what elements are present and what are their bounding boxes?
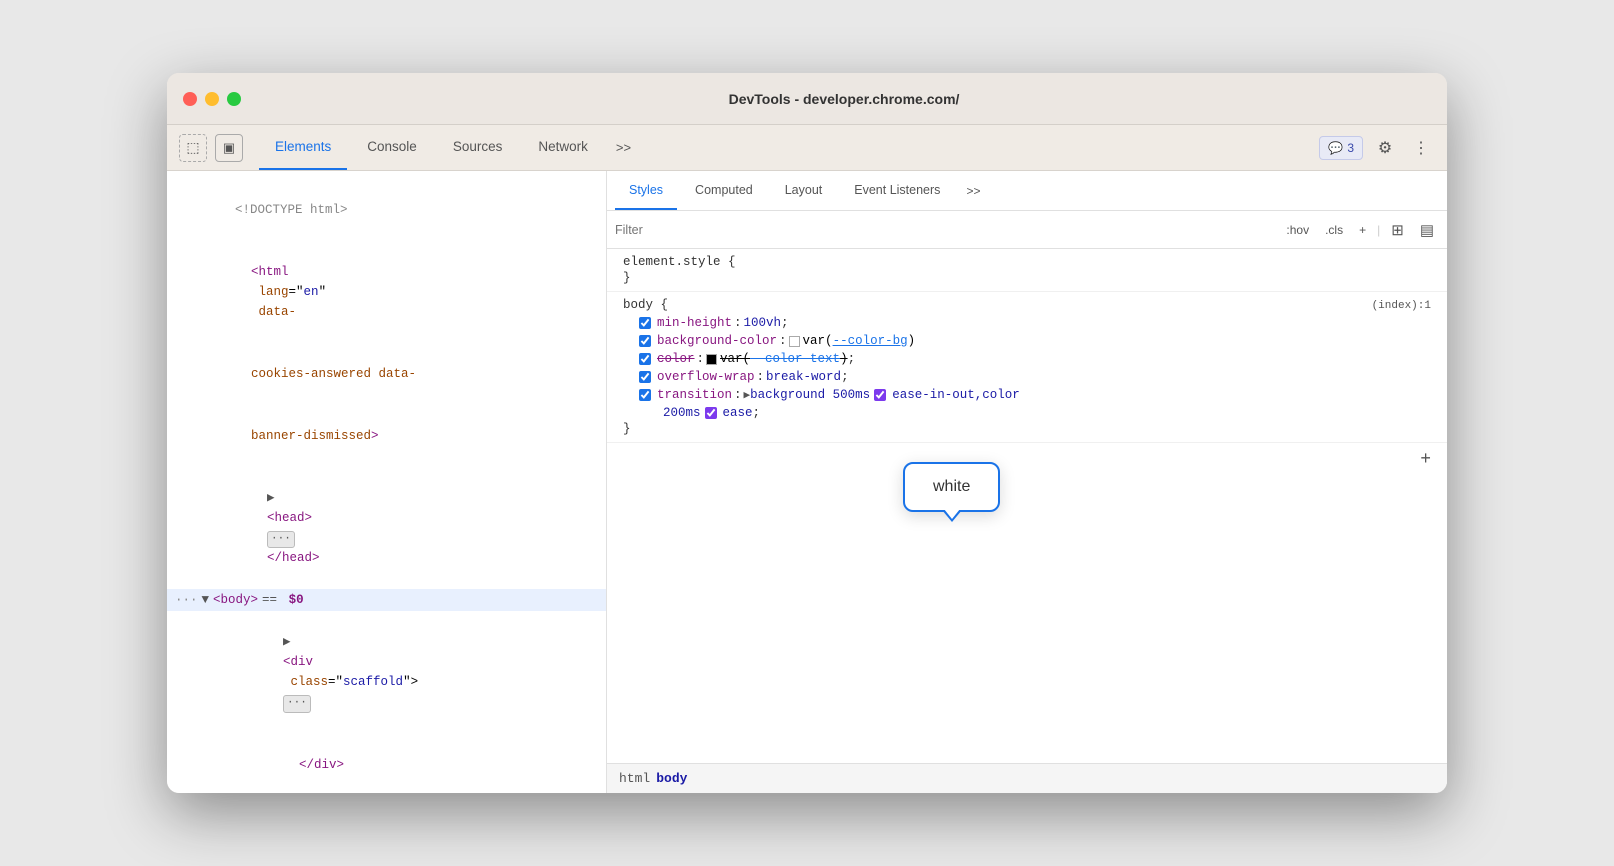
sub-tab-styles[interactable]: Styles (615, 171, 677, 210)
expand-div-icon[interactable]: ▶ (283, 635, 291, 649)
prop-min-height: min-height : 100vh ; (623, 314, 1431, 332)
dom-div-close[interactable]: </div> grid (167, 734, 606, 793)
bg-color-swatch[interactable] (789, 336, 800, 347)
transition-ease-checkbox[interactable] (874, 389, 886, 401)
body-selector: body { (623, 298, 668, 312)
styles-panel: Styles Computed Layout Event Listeners >… (607, 171, 1447, 793)
device-toggle-icon[interactable]: ▣ (215, 134, 243, 162)
cls-button[interactable]: .cls (1320, 221, 1348, 239)
expand-head-icon[interactable]: ▶ (267, 491, 275, 505)
dom-panel[interactable]: <!DOCTYPE html> <html lang="en" data- co… (167, 171, 607, 793)
bg-color-checkbox[interactable] (639, 335, 651, 347)
tab-bar-left: ⬚ ▣ (179, 125, 243, 170)
prop-overflow-wrap: overflow-wrap : break-word ; (623, 368, 1431, 386)
inspect-icon[interactable]: ⬚ (179, 134, 207, 162)
toggle-sidebar-icon[interactable]: ▤ (1415, 219, 1439, 241)
expand-body-icon[interactable]: ▼ (202, 590, 210, 610)
prop-background-color: background-color : var(--color-bg) white (623, 332, 1431, 350)
dom-html-open[interactable]: <html lang="en" data- (167, 241, 606, 343)
settings-icon: ⚙ (1378, 138, 1392, 158)
filter-actions: :hov .cls + | ⊞ ▤ (1281, 219, 1439, 241)
dom-doctype[interactable]: <!DOCTYPE html> (167, 179, 606, 241)
tab-bar: ⬚ ▣ Elements Console Sources Network >> … (167, 125, 1447, 171)
overflow-wrap-checkbox[interactable] (639, 371, 651, 383)
dom-html-attrs2[interactable]: banner-dismissed> (167, 405, 606, 467)
element-style-rule: element.style { } (607, 249, 1447, 292)
minimize-button[interactable] (205, 92, 219, 106)
filter-bar: :hov .cls + | ⊞ ▤ (607, 211, 1447, 249)
settings-button[interactable]: ⚙ (1371, 134, 1399, 162)
prop-transition-2: 200ms ease ; (623, 404, 1431, 422)
body-rule-close: } (623, 422, 1431, 436)
maximize-button[interactable] (227, 92, 241, 106)
min-height-checkbox[interactable] (639, 317, 651, 329)
more-icon: ⋮ (1413, 138, 1429, 158)
add-style-button[interactable]: + (1354, 221, 1371, 239)
window-title: DevTools - developer.chrome.com/ (257, 91, 1431, 107)
tab-console[interactable]: Console (351, 125, 433, 170)
color-swatch[interactable] (706, 354, 717, 365)
window-controls (183, 92, 241, 106)
tooltip-text: white (933, 478, 970, 495)
breadcrumb-html[interactable]: html (619, 771, 650, 786)
main-content: <!DOCTYPE html> <html lang="en" data- co… (167, 171, 1447, 793)
devtools-window: DevTools - developer.chrome.com/ ⬚ ▣ Ele… (167, 73, 1447, 793)
close-button[interactable] (183, 92, 197, 106)
body-style-rule: body { (index):1 min-height : 100vh ; (607, 292, 1447, 443)
tab-sources[interactable]: Sources (437, 125, 519, 170)
hov-button[interactable]: :hov (1281, 221, 1314, 239)
color-bg-link[interactable]: --color-bg (833, 334, 908, 348)
color-tooltip: white (903, 462, 1000, 512)
sub-tab-event-listeners[interactable]: Event Listeners (840, 171, 954, 210)
dom-html-attrs[interactable]: cookies-answered data- (167, 343, 606, 405)
breadcrumb-bar: html body (607, 763, 1447, 793)
tab-more[interactable]: >> (608, 125, 639, 170)
sub-tab-bar: Styles Computed Layout Event Listeners >… (607, 171, 1447, 211)
element-style-selector: element.style { (623, 255, 1431, 269)
add-style-plus[interactable]: + (1420, 450, 1431, 470)
tab-elements[interactable]: Elements (259, 125, 347, 170)
dom-body[interactable]: ··· ▼ <body> == $0 (167, 589, 606, 611)
more-options-button[interactable]: ⋮ (1407, 134, 1435, 162)
source-link[interactable]: (index):1 (1372, 300, 1431, 312)
prop-transition: transition : ▶ background 500ms ease-in-… (623, 386, 1431, 404)
messages-icon: 💬 (1328, 141, 1343, 155)
tab-network[interactable]: Network (522, 125, 604, 170)
color-checkbox[interactable] (639, 353, 651, 365)
breadcrumb-body[interactable]: body (656, 771, 687, 786)
tab-bar-right: 💬 3 ⚙ ⋮ (1319, 125, 1435, 170)
transition-checkbox[interactable] (639, 389, 651, 401)
styles-content[interactable]: element.style { } body { (index):1 (607, 249, 1447, 763)
sub-tab-computed[interactable]: Computed (681, 171, 767, 210)
title-bar: DevTools - developer.chrome.com/ (167, 73, 1447, 125)
messages-badge[interactable]: 💬 3 (1319, 136, 1363, 160)
filter-input[interactable] (615, 223, 1273, 237)
transition-ease2-checkbox[interactable] (705, 407, 717, 419)
transition-expand-icon[interactable]: ▶ (744, 388, 751, 402)
sub-tab-more[interactable]: >> (958, 171, 988, 210)
badge-count: 3 (1347, 141, 1354, 155)
color-text-link[interactable]: --color-text (750, 352, 840, 366)
new-rule-icon[interactable]: ⊞ (1386, 219, 1409, 241)
dom-div-scaffold[interactable]: ▶ <div class="scaffold"> ··· (167, 611, 606, 733)
prop-color: color : var(--color-text); (623, 350, 1431, 368)
dom-head[interactable]: ▶ <head> ··· </head> (167, 467, 606, 589)
sub-tab-layout[interactable]: Layout (771, 171, 837, 210)
